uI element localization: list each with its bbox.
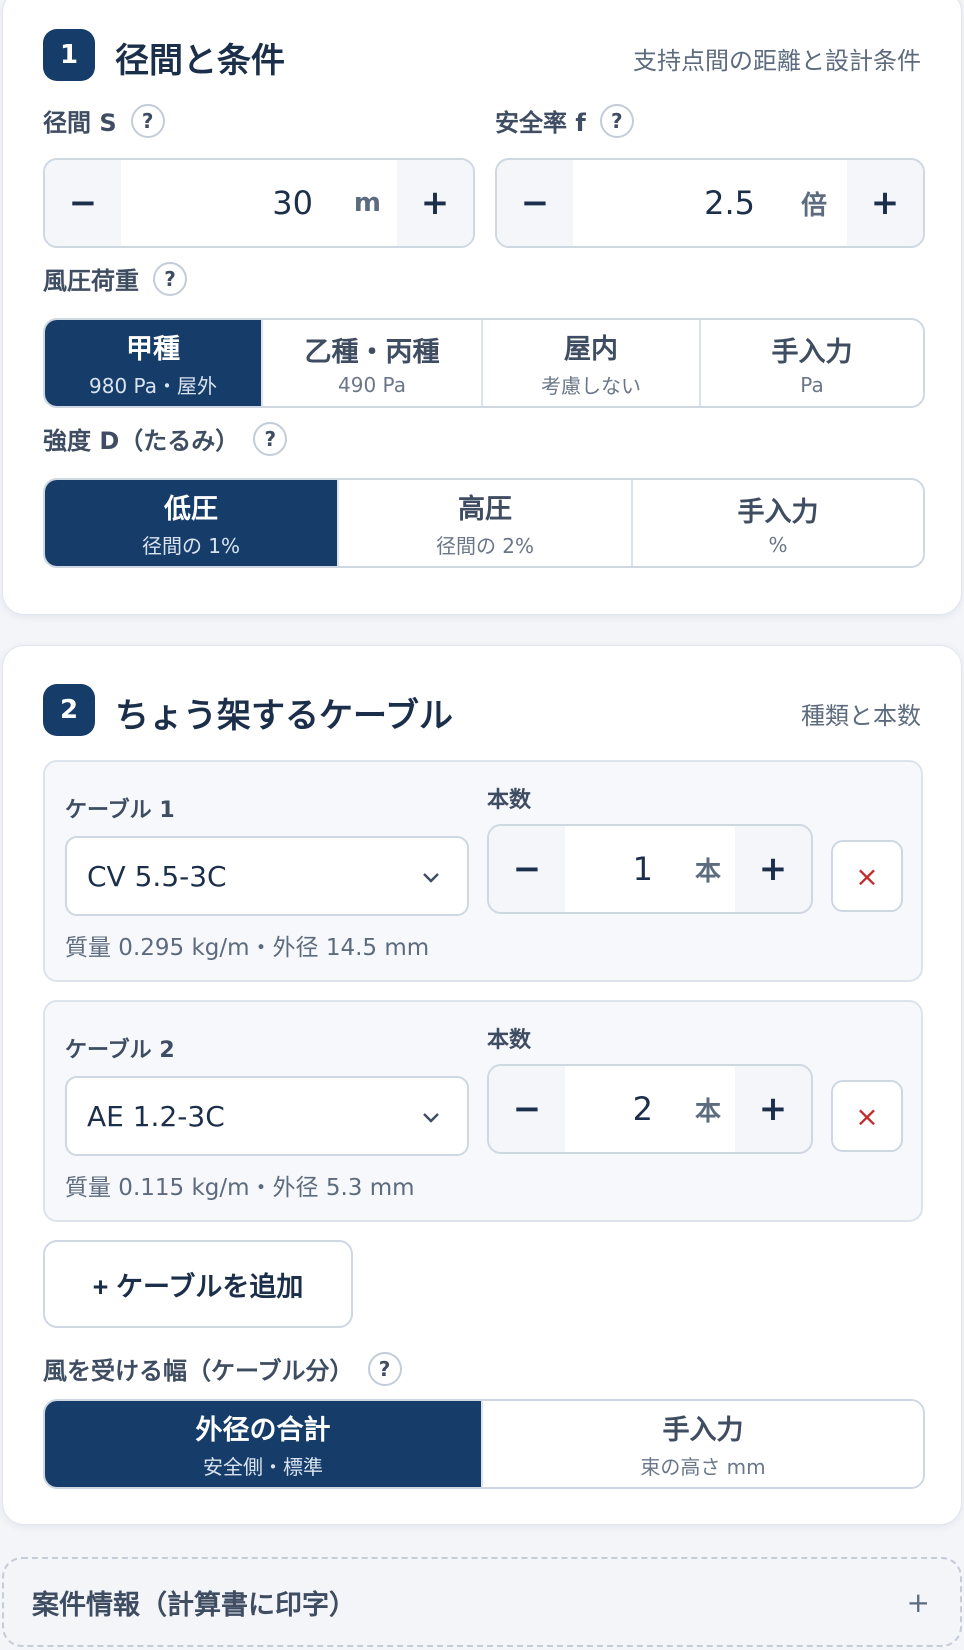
cable-count-stepper: − 2 本 + xyxy=(487,1064,813,1154)
option-note: % xyxy=(768,532,788,557)
cable-count-decrement-button[interactable]: − xyxy=(489,1066,565,1152)
span-increment-button[interactable]: + xyxy=(397,160,473,246)
cable-entry: ケーブル 1 本数 CV 5.5-3C − 1 本 + × 質量 0.295 k… xyxy=(43,760,923,982)
wind-width-option-diameter-sum[interactable]: 外径の合計 安全側・標準 xyxy=(45,1401,481,1487)
safety-factor-increment-button[interactable]: + xyxy=(847,160,923,246)
cables-card: 2 ちょう架するケーブル 種類と本数 ケーブル 1 本数 CV 5.5-3C −… xyxy=(2,645,962,1525)
safety-factor-label: 安全率 f ? xyxy=(495,103,634,138)
wind-load-label: 風圧荷重 ? xyxy=(43,261,187,296)
cable-count-decrement-button[interactable]: − xyxy=(489,826,565,912)
safety-factor-unit: 倍 xyxy=(800,190,827,221)
wind-load-help-icon[interactable]: ? xyxy=(153,261,187,296)
span-stepper: − 30 m + xyxy=(43,158,475,248)
section-title: ちょう架するケーブル xyxy=(115,696,453,736)
chevron-down-icon xyxy=(423,873,439,883)
project-info-toggle[interactable]: 案件情報（計算書に印字） + xyxy=(2,1557,962,1647)
wind-load-option-manual[interactable]: 手入力 Pa xyxy=(699,320,923,406)
option-label: 高圧 xyxy=(458,494,512,525)
span-value[interactable]: 30 xyxy=(121,160,313,246)
cable-count-value[interactable]: 2 xyxy=(565,1066,653,1152)
strength-selector: 低圧 径間の 1% 高圧 径間の 2% 手入力 % xyxy=(43,478,925,568)
wind-load-option-otsu-hei[interactable]: 乙種・丙種 490 Pa xyxy=(261,320,481,406)
option-note: 980 Pa・屋外 xyxy=(89,374,217,398)
cable-type-value: CV 5.5-3C xyxy=(87,859,227,893)
cable-type-select[interactable]: CV 5.5-3C xyxy=(65,836,469,916)
option-note: 径間の 2% xyxy=(435,534,535,558)
wind-load-selector: 甲種 980 Pa・屋外 乙種・丙種 490 Pa 屋内 考慮しない 手入力 P… xyxy=(43,318,925,408)
strength-label-text: 強度 D（たるみ） xyxy=(43,427,240,455)
span-help-icon[interactable]: ? xyxy=(130,103,165,138)
cable-type-select[interactable]: AE 1.2-3C xyxy=(65,1076,469,1156)
cable-count-value[interactable]: 1 xyxy=(565,826,653,912)
wind-width-label-text: 風を受ける幅（ケーブル分） xyxy=(43,1357,354,1385)
option-label: 甲種 xyxy=(126,334,180,365)
section-subtitle: 種類と本数 xyxy=(801,702,921,730)
cable-entry: ケーブル 2 本数 AE 1.2-3C − 2 本 + × 質量 0.115 k… xyxy=(43,1000,923,1222)
option-note: Pa xyxy=(800,372,824,397)
option-label: 手入力 xyxy=(771,336,853,368)
option-label: 手入力 xyxy=(737,496,819,528)
wind-load-option-kou[interactable]: 甲種 980 Pa・屋外 xyxy=(45,320,261,406)
span-unit: m xyxy=(353,188,381,218)
cable-label: ケーブル 2 xyxy=(65,1038,175,1063)
wind-width-label: 風を受ける幅（ケーブル分） ? xyxy=(43,1351,402,1386)
strength-option-manual[interactable]: 手入力 % xyxy=(631,480,923,566)
strength-option-high-voltage[interactable]: 高圧 径間の 2% xyxy=(337,480,631,566)
option-note: 安全側・標準 xyxy=(203,1455,323,1479)
cable-count-stepper: − 1 本 + xyxy=(487,824,813,914)
cable-count-increment-button[interactable]: + xyxy=(735,826,811,912)
option-label: 外径の合計 xyxy=(195,1415,331,1446)
close-icon: × xyxy=(855,1099,879,1133)
safety-factor-stepper: − 2.5 倍 + xyxy=(495,158,925,248)
wind-load-option-indoor[interactable]: 屋内 考慮しない xyxy=(481,320,699,406)
option-note: 490 Pa xyxy=(338,372,406,397)
cable-count-unit: 本 xyxy=(694,856,721,887)
safety-factor-label-text: 安全率 f xyxy=(495,109,586,137)
section-header: 1 径間と条件 支持点間の距離と設計条件 xyxy=(43,27,921,83)
add-cable-button[interactable]: + ケーブルを追加 xyxy=(43,1240,353,1328)
option-label: 屋内 xyxy=(564,334,618,365)
option-note: 束の高さ mm xyxy=(640,1455,766,1479)
wind-load-label-text: 風圧荷重 xyxy=(43,267,139,295)
cable-spec: 質量 0.295 kg/m・外径 14.5 mm xyxy=(65,935,430,961)
option-label: 手入力 xyxy=(662,1415,744,1446)
span-conditions-card: 1 径間と条件 支持点間の距離と設計条件 径間 S ? − 30 m + 安全率… xyxy=(2,0,962,615)
cable-type-value: AE 1.2-3C xyxy=(87,1099,225,1133)
option-note: 径間の 1% xyxy=(141,534,241,558)
cable-count-label: 本数 xyxy=(487,1028,532,1053)
option-label: 低圧 xyxy=(164,494,218,525)
safety-factor-value[interactable]: 2.5 xyxy=(573,160,755,246)
section-number-badge: 1 xyxy=(43,29,95,81)
chevron-down-icon xyxy=(423,1113,439,1123)
section-title: 径間と条件 xyxy=(115,41,285,81)
section-subtitle: 支持点間の距離と設計条件 xyxy=(633,47,921,75)
wind-width-selector: 外径の合計 安全側・標準 手入力 束の高さ mm xyxy=(43,1399,925,1489)
option-note: 考慮しない xyxy=(541,374,641,398)
section-number-badge: 2 xyxy=(43,684,95,736)
strength-help-icon[interactable]: ? xyxy=(253,421,288,456)
remove-cable-button[interactable]: × xyxy=(831,840,903,912)
strength-label: 強度 D（たるみ） ? xyxy=(43,421,288,456)
span-decrement-button[interactable]: − xyxy=(45,160,121,246)
strength-option-low-voltage[interactable]: 低圧 径間の 1% xyxy=(45,480,337,566)
section-header: 2 ちょう架するケーブル 種類と本数 xyxy=(43,682,921,738)
option-label: 乙種・丙種 xyxy=(304,336,440,368)
cable-count-increment-button[interactable]: + xyxy=(735,1066,811,1152)
wind-width-option-manual[interactable]: 手入力 束の高さ mm xyxy=(481,1401,923,1487)
cable-count-label: 本数 xyxy=(487,788,532,813)
close-icon: × xyxy=(855,859,879,893)
cable-count-unit: 本 xyxy=(694,1096,721,1127)
cable-spec: 質量 0.115 kg/m・外径 5.3 mm xyxy=(65,1175,415,1201)
safety-factor-help-icon[interactable]: ? xyxy=(599,103,634,138)
remove-cable-button[interactable]: × xyxy=(831,1080,903,1152)
cable-label: ケーブル 1 xyxy=(65,798,175,823)
span-label-text: 径間 S xyxy=(43,109,117,137)
wind-width-help-icon[interactable]: ? xyxy=(367,1351,402,1386)
expand-plus-icon: + xyxy=(906,1585,930,1619)
safety-factor-decrement-button[interactable]: − xyxy=(497,160,573,246)
span-label: 径間 S ? xyxy=(43,103,165,138)
project-info-title: 案件情報（計算書に印字） xyxy=(32,1589,356,1621)
